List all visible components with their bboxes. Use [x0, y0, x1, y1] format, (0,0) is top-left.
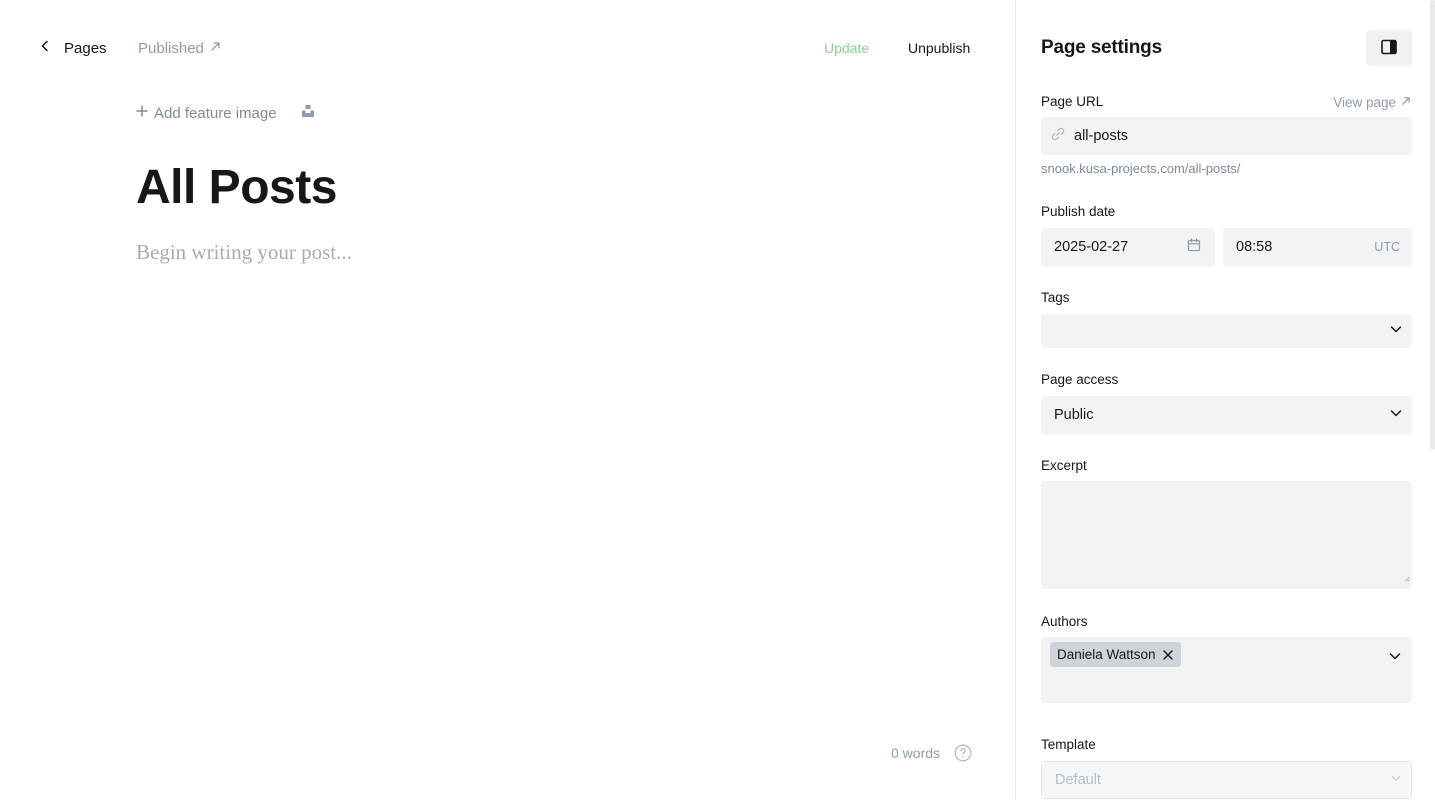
word-count: 0 words [891, 743, 972, 763]
tags-label: Tags [1041, 290, 1070, 305]
arrow-up-right-icon [210, 39, 221, 57]
page-url-hint: snook.kusa-projects.com/all-posts/ [1041, 161, 1241, 176]
link-icon [1050, 126, 1066, 147]
excerpt-textarea[interactable] [1041, 481, 1412, 589]
timezone-label: UTC [1374, 240, 1400, 254]
template-value: Default [1055, 772, 1101, 788]
template-label: Template [1041, 737, 1096, 752]
published-status-link[interactable]: Published [138, 36, 221, 60]
unsplash-button[interactable] [301, 104, 315, 123]
add-feature-image-button[interactable]: Add feature image [136, 104, 277, 122]
template-select[interactable]: Default [1041, 761, 1412, 799]
publish-time-value: 08:58 [1236, 239, 1273, 255]
unpublish-button[interactable]: Unpublish [900, 36, 978, 60]
author-name: Daniela Wattson [1057, 647, 1156, 662]
sidebar-toggle-icon [1381, 39, 1397, 58]
page-url-value: all-posts [1074, 128, 1128, 144]
editor-header: Pages Published Update Unpublish [0, 0, 1015, 95]
panel-scrollbar[interactable] [1430, 0, 1435, 450]
arrow-up-right-icon [1401, 93, 1411, 111]
page-url-label: Page URL [1041, 94, 1104, 109]
view-page-link[interactable]: View page [1333, 93, 1411, 111]
publish-date-value: 2025-02-27 [1054, 239, 1129, 255]
authors-select[interactable]: Daniela Wattson [1041, 637, 1412, 703]
question-circle-icon[interactable] [954, 744, 972, 762]
tags-select[interactable] [1041, 314, 1412, 348]
view-page-label: View page [1333, 94, 1396, 110]
status-label: Published [138, 39, 204, 57]
chevron-left-icon [38, 39, 52, 58]
plus-icon [136, 104, 148, 122]
page-url-input[interactable]: all-posts [1041, 117, 1412, 155]
update-button[interactable]: Update [816, 36, 877, 60]
page-access-label: Page access [1041, 372, 1119, 387]
chevron-down-icon [1389, 322, 1403, 341]
editor-area: Pages Published Update Unpublish Add fea… [0, 0, 1015, 800]
word-count-label: 0 words [891, 745, 941, 761]
back-to-pages-link[interactable]: Pages [38, 36, 107, 60]
chevron-down-icon [1390, 771, 1402, 789]
post-body-editor[interactable]: Begin writing your post... [136, 237, 352, 267]
close-icon[interactable] [1162, 649, 1173, 660]
sidebar-toggle-button[interactable] [1366, 30, 1412, 66]
chevron-down-icon [1388, 649, 1402, 668]
publish-date-input[interactable]: 2025-02-27 [1041, 228, 1215, 266]
author-chip: Daniela Wattson [1050, 642, 1181, 667]
add-feature-image-label: Add feature image [154, 104, 277, 122]
page-access-value: Public [1054, 407, 1094, 423]
calendar-icon [1187, 237, 1201, 257]
excerpt-label: Excerpt [1041, 458, 1087, 473]
post-title[interactable]: All Posts [136, 158, 337, 218]
chevron-down-icon [1389, 406, 1403, 425]
resize-grip-icon[interactable] [1404, 569, 1410, 587]
publish-time-input[interactable]: 08:58 UTC [1223, 228, 1412, 266]
authors-label: Authors [1041, 614, 1088, 629]
page-settings-panel: Page settings Page URL View page all-pos… [1015, 0, 1435, 800]
panel-title: Page settings [1041, 37, 1162, 58]
feature-image-row: Add feature image [136, 102, 315, 124]
unsplash-icon [301, 104, 315, 123]
back-link-label: Pages [64, 39, 107, 57]
publish-date-label: Publish date [1041, 204, 1116, 219]
page-access-select[interactable]: Public [1041, 396, 1412, 434]
